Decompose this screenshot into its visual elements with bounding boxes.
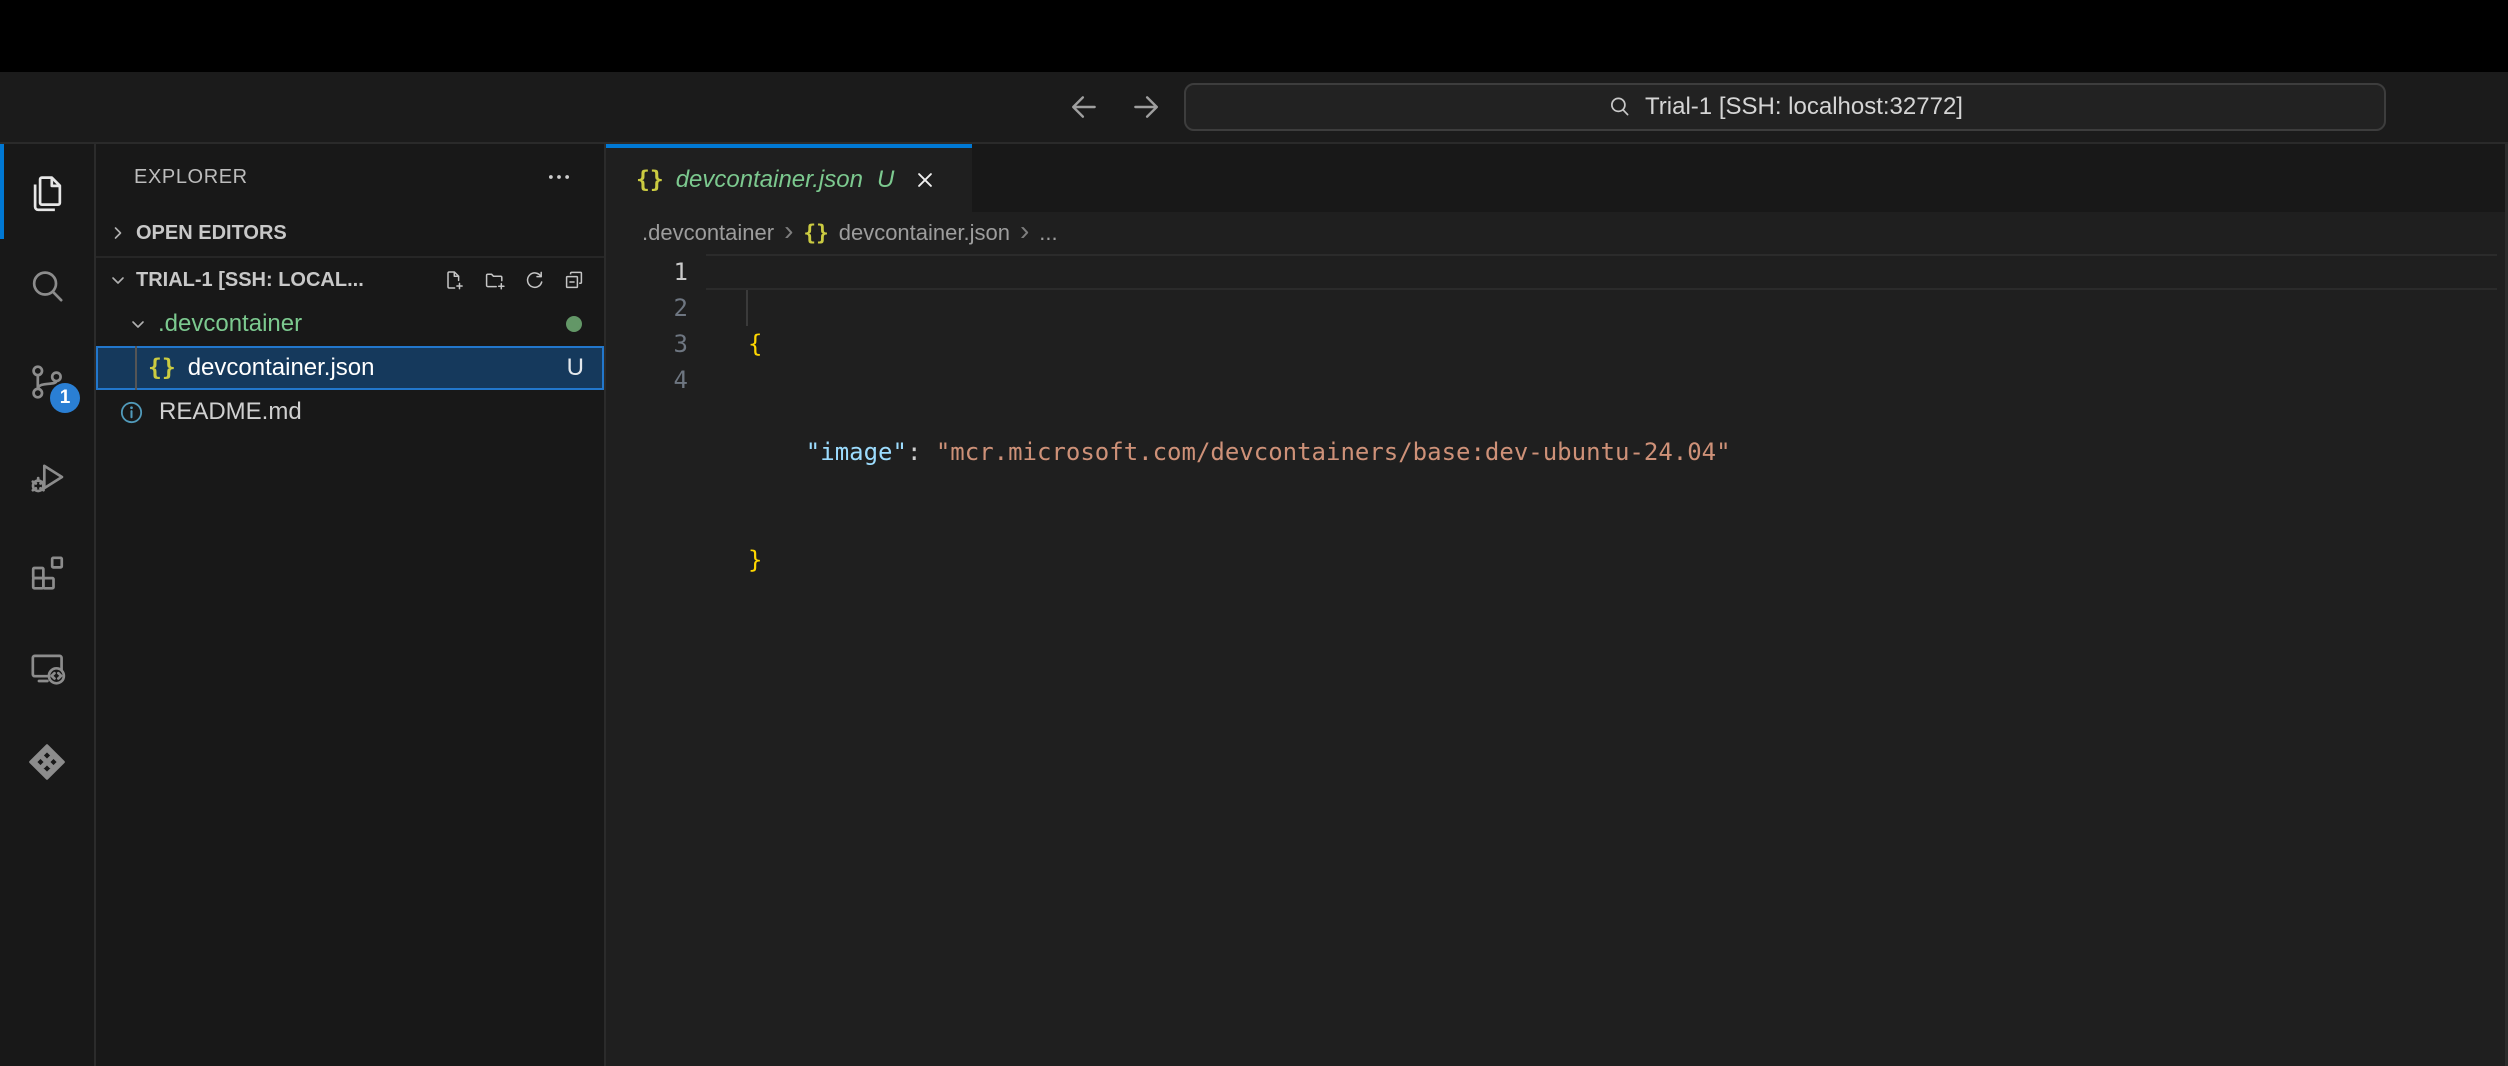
open-brace-token: {	[748, 330, 762, 358]
breadcrumb: .devcontainer › {} devcontainer.json › .…	[606, 212, 2505, 254]
workbench: 1	[0, 144, 2508, 1066]
activity-item-search[interactable]	[0, 239, 94, 334]
remote-monitor-icon	[24, 644, 70, 690]
json-file-icon: {}	[803, 221, 828, 245]
chevron-right-icon: ›	[784, 220, 793, 242]
activity-item-explorer[interactable]	[0, 144, 94, 239]
vscode-window: Trial-1 [SSH: localhost:32772]	[0, 0, 2508, 1066]
json-file-icon: {}	[636, 167, 664, 193]
arrow-right-icon	[1129, 90, 1163, 124]
code-line-2: "image": "mcr.microsoft.com/devcontainer…	[748, 434, 2495, 470]
line-number-gutter[interactable]: 1 2 3 4	[606, 254, 688, 398]
tree-indent-guide	[135, 346, 137, 390]
indent-token	[748, 438, 806, 466]
chevron-down-icon	[106, 268, 130, 292]
code-editor[interactable]: 1 2 3 4 { "image": "mcr.microsoft.com/de…	[606, 254, 2505, 1066]
refresh-icon[interactable]	[522, 268, 546, 292]
ellipsis-icon[interactable]	[544, 162, 574, 192]
breadcrumb-symbol[interactable]: ...	[1039, 220, 1057, 246]
code-line-3: }	[748, 542, 2495, 578]
sidebar-title: EXPLORER	[134, 166, 544, 189]
folder-name: .devcontainer	[158, 310, 302, 338]
json-value-token: "mcr.microsoft.com/devcontainers/base:de…	[936, 438, 1731, 466]
git-modified-dot	[566, 316, 582, 332]
selected-file-name: devcontainer.json	[188, 354, 375, 382]
workspace-section-header[interactable]: TRIAL-1 [SSH: LOCAL...	[96, 258, 604, 302]
code-content[interactable]: { "image": "mcr.microsoft.com/devcontain…	[748, 254, 2495, 758]
history-nav	[1062, 72, 1168, 142]
json-key-token: "image"	[806, 438, 907, 466]
breadcrumb-file[interactable]: devcontainer.json	[839, 220, 1010, 246]
extensions-icon	[24, 549, 70, 595]
window-title: Trial-1 [SSH: localhost:32772]	[1645, 93, 1963, 121]
forward-button[interactable]	[1124, 85, 1168, 129]
json-file-icon: {}	[148, 355, 176, 381]
collapse-all-icon[interactable]	[562, 268, 586, 292]
code-line-1: {	[748, 326, 2495, 362]
line-number[interactable]: 3	[606, 326, 688, 362]
source-control-badge-count: 1	[60, 387, 71, 409]
colon-token: :	[907, 438, 936, 466]
tab-untracked-badge: U	[877, 166, 894, 194]
back-button[interactable]	[1062, 85, 1106, 129]
info-icon	[118, 399, 145, 426]
editor-group: {} devcontainer.json U .devcontainer › {…	[606, 144, 2508, 1066]
readme-file-name: README.md	[159, 398, 302, 426]
workspace-label: TRIAL-1 [SSH: LOCAL...	[136, 269, 442, 292]
line-number[interactable]: 4	[606, 362, 688, 398]
sidebar-header: EXPLORER	[96, 144, 604, 210]
line-number[interactable]: 2	[606, 290, 688, 326]
tree-item-readme[interactable]: README.md	[96, 390, 604, 434]
workspace-actions	[442, 268, 586, 292]
activity-bar: 1	[0, 144, 96, 1066]
search-icon	[1607, 94, 1633, 120]
tab-devcontainer-json[interactable]: {} devcontainer.json U	[606, 144, 972, 212]
debug-icon	[24, 454, 70, 500]
chevron-right-icon	[106, 221, 130, 245]
activity-item-extensions[interactable]	[0, 524, 94, 619]
chevron-down-icon	[126, 312, 150, 336]
explorer-sidebar: EXPLORER OPEN EDITORS TRIAL-1 [SSH: LOCA…	[96, 144, 606, 1066]
arrow-left-icon	[1067, 90, 1101, 124]
title-bar: Trial-1 [SSH: localhost:32772]	[0, 72, 2508, 144]
breadcrumb-folder[interactable]: .devcontainer	[642, 220, 774, 246]
close-icon	[912, 167, 938, 193]
open-editors-label: OPEN EDITORS	[136, 222, 287, 245]
new-file-icon[interactable]	[442, 268, 466, 292]
chevron-right-icon: ›	[1020, 220, 1029, 242]
tab-close-button[interactable]	[912, 167, 938, 193]
close-brace-token: }	[748, 546, 762, 574]
activity-item-remote-explorer[interactable]	[0, 619, 94, 714]
open-editors-section[interactable]: OPEN EDITORS	[96, 210, 604, 258]
code-line-4	[748, 650, 2495, 686]
tab-bar: {} devcontainer.json U	[606, 144, 2505, 212]
activity-item-run-debug[interactable]	[0, 429, 94, 524]
search-icon	[24, 264, 70, 310]
tree-item-devcontainer-json[interactable]: {} devcontainer.json U	[96, 346, 604, 390]
tab-label: devcontainer.json	[676, 166, 863, 194]
activity-item-marketplace[interactable]	[0, 714, 94, 809]
source-control-badge: 1	[50, 383, 80, 413]
command-center[interactable]: Trial-1 [SSH: localhost:32772]	[1184, 83, 2386, 131]
git-untracked-badge: U	[567, 354, 584, 382]
tree-item-devcontainer-folder[interactable]: .devcontainer	[96, 302, 604, 346]
line-number[interactable]: 1	[606, 254, 688, 290]
files-icon	[24, 169, 70, 215]
diamond-icon	[24, 739, 70, 785]
top-black-strip	[0, 0, 2508, 72]
new-folder-icon[interactable]	[482, 268, 506, 292]
activity-item-source-control[interactable]: 1	[0, 334, 94, 429]
